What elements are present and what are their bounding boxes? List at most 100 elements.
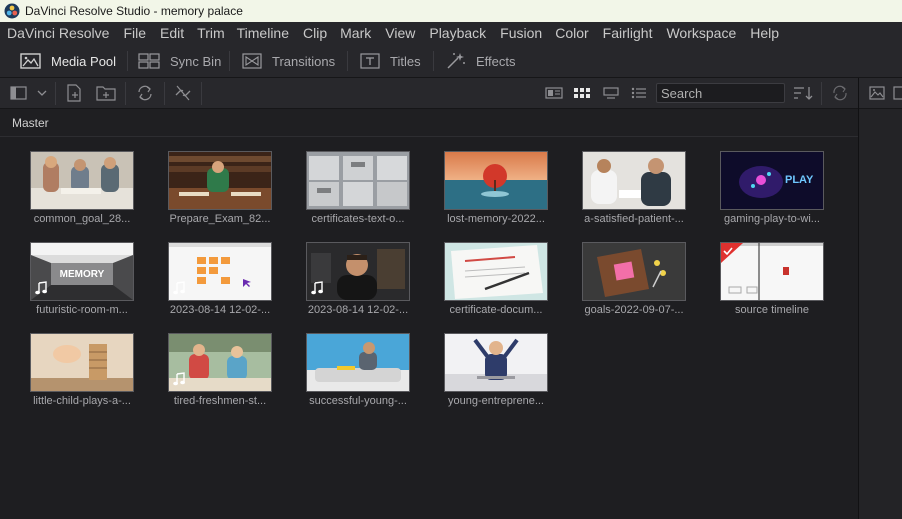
toolbar-divider <box>229 51 230 71</box>
menu-mark[interactable]: Mark <box>327 25 371 41</box>
new-timeline-button[interactable] <box>64 83 84 103</box>
sort-button[interactable] <box>792 83 814 103</box>
sync-bin-button[interactable]: Sync Bin <box>138 44 221 78</box>
unlink-button[interactable] <box>172 83 194 103</box>
broken-link-icon <box>175 85 191 101</box>
media-pool-toolbar <box>0 78 858 109</box>
media-pool-grid: common_goal_28... Prepare_Exam_82... cer… <box>0 138 858 519</box>
title-bar: DaVinci Resolve Studio - memory palace <box>0 0 902 22</box>
new-folder-icon <box>96 86 116 101</box>
bin-header: Master <box>0 109 858 137</box>
clip-label: gaming-play-to-wi... <box>724 213 820 225</box>
menu-color[interactable]: Color <box>542 25 588 41</box>
media-pool-label: Media Pool <box>51 53 117 69</box>
man-laptop-image <box>307 334 409 391</box>
patient-doctor-thumbnail[interactable] <box>582 151 686 210</box>
clip-label: 2023-08-14 12-02-... <box>169 304 271 316</box>
clip-label: futuristic-room-m... <box>36 304 128 316</box>
menu-view[interactable]: View <box>371 25 415 41</box>
office-meeting-thumbnail[interactable] <box>30 151 134 210</box>
menu-file[interactable]: File <box>109 25 146 41</box>
metadata-view-button[interactable] <box>544 83 564 103</box>
effects-wand-icon <box>447 53 465 69</box>
toolbar-divider <box>127 51 128 71</box>
toolbar-divider <box>201 82 202 105</box>
clip-label: certificate-docum... <box>449 304 543 316</box>
image-icon[interactable] <box>869 86 885 100</box>
memory-overlay-text: MEMORY <box>60 269 105 280</box>
menu-edit[interactable]: Edit <box>146 25 184 41</box>
metadata-view-icon <box>545 87 563 99</box>
toolbar-divider <box>55 82 56 105</box>
clip-label: 2023-08-14 12-02-... <box>307 304 409 316</box>
clip-label: lost-memory-2022... <box>447 213 545 225</box>
menu-fusion[interactable]: Fusion <box>486 25 542 41</box>
clip-label: source timeline <box>735 304 809 316</box>
menu-workspace[interactable]: Workspace <box>652 25 736 41</box>
menu-trim[interactable]: Trim <box>184 25 224 41</box>
new-bin-button[interactable] <box>95 83 117 103</box>
bin-name[interactable]: Master <box>12 116 49 130</box>
red-tree-sea-thumbnail[interactable] <box>444 151 548 210</box>
clip-label: tired-freshmen-st... <box>173 395 267 407</box>
audio-note-icon <box>173 372 185 386</box>
library-study-image <box>169 152 271 209</box>
certificate-paper-thumbnail[interactable] <box>444 242 548 301</box>
effects-button[interactable]: Effects <box>446 44 516 78</box>
audio-note-icon <box>173 281 185 295</box>
menu-davinci-resolve[interactable]: DaVinci Resolve <box>0 25 109 41</box>
toolbar-divider <box>125 82 126 105</box>
titles-icon <box>360 53 380 69</box>
transitions-button[interactable]: Transitions <box>242 44 335 78</box>
transitions-icon <box>242 53 262 69</box>
list-view-icon <box>631 87 646 99</box>
refresh-button[interactable] <box>830 83 850 103</box>
relink-button[interactable] <box>134 83 156 103</box>
window-title: DaVinci Resolve Studio - memory palace <box>25 4 243 18</box>
menu-fairlight[interactable]: Fairlight <box>589 25 653 41</box>
businessman-celebrate-image <box>445 334 547 391</box>
man-laptop-thumbnail[interactable] <box>306 333 410 392</box>
memory-room-thumbnail[interactable]: MEMORY <box>30 242 134 301</box>
viewer-panel <box>858 78 902 519</box>
svg-text:PLAY: PLAY <box>785 174 814 186</box>
file-cabinets-thumbnail[interactable] <box>306 151 410 210</box>
clip-label: Prepare_Exam_82... <box>169 213 271 225</box>
search-input[interactable] <box>656 83 785 103</box>
grid-view-icon <box>574 88 590 98</box>
notebook-sticky-thumbnail[interactable] <box>582 242 686 301</box>
menu-clip[interactable]: Clip <box>289 25 327 41</box>
menu-bar: DaVinci Resolve File Edit Trim Timeline … <box>0 22 902 44</box>
man-webcam-thumbnail[interactable] <box>306 242 410 301</box>
businessman-celebrate-thumbnail[interactable] <box>444 333 548 392</box>
davinci-logo-icon <box>4 3 20 19</box>
screen-recording-thumbnail[interactable] <box>168 242 272 301</box>
audio-note-icon <box>35 281 47 295</box>
students-library-thumbnail[interactable] <box>168 333 272 392</box>
strip-view-button[interactable] <box>601 83 621 103</box>
toolbar-divider <box>821 82 822 105</box>
menu-timeline[interactable]: Timeline <box>225 25 289 41</box>
neon-play-image: PLAY <box>721 152 823 209</box>
menu-playback[interactable]: Playback <box>415 25 486 41</box>
titles-button[interactable]: Titles <box>360 44 421 78</box>
office-meeting-image <box>31 152 133 209</box>
viewer-image-icon[interactable] <box>893 86 902 100</box>
toggle-bin-list-button[interactable] <box>8 83 48 103</box>
audio-note-icon <box>311 281 323 295</box>
list-view-button[interactable] <box>629 83 649 103</box>
sidebar-toggle-icon <box>10 86 47 100</box>
relink-icon <box>138 85 152 101</box>
neon-play-thumbnail[interactable]: PLAY <box>720 151 824 210</box>
clip-label: successful-young-... <box>309 395 407 407</box>
wooden-blocks-thumbnail[interactable] <box>30 333 134 392</box>
media-pool-button[interactable]: Media Pool <box>20 44 116 78</box>
library-study-thumbnail[interactable] <box>168 151 272 210</box>
menu-help[interactable]: Help <box>736 25 779 41</box>
new-file-icon <box>67 84 81 102</box>
clip-label: goals-2022-09-07-... <box>584 304 684 316</box>
timeline-badge-icon <box>721 243 743 263</box>
timeline-thumbnail[interactable] <box>720 242 824 301</box>
thumbnail-view-button[interactable] <box>572 83 592 103</box>
notebook-sticky-image <box>583 243 685 300</box>
